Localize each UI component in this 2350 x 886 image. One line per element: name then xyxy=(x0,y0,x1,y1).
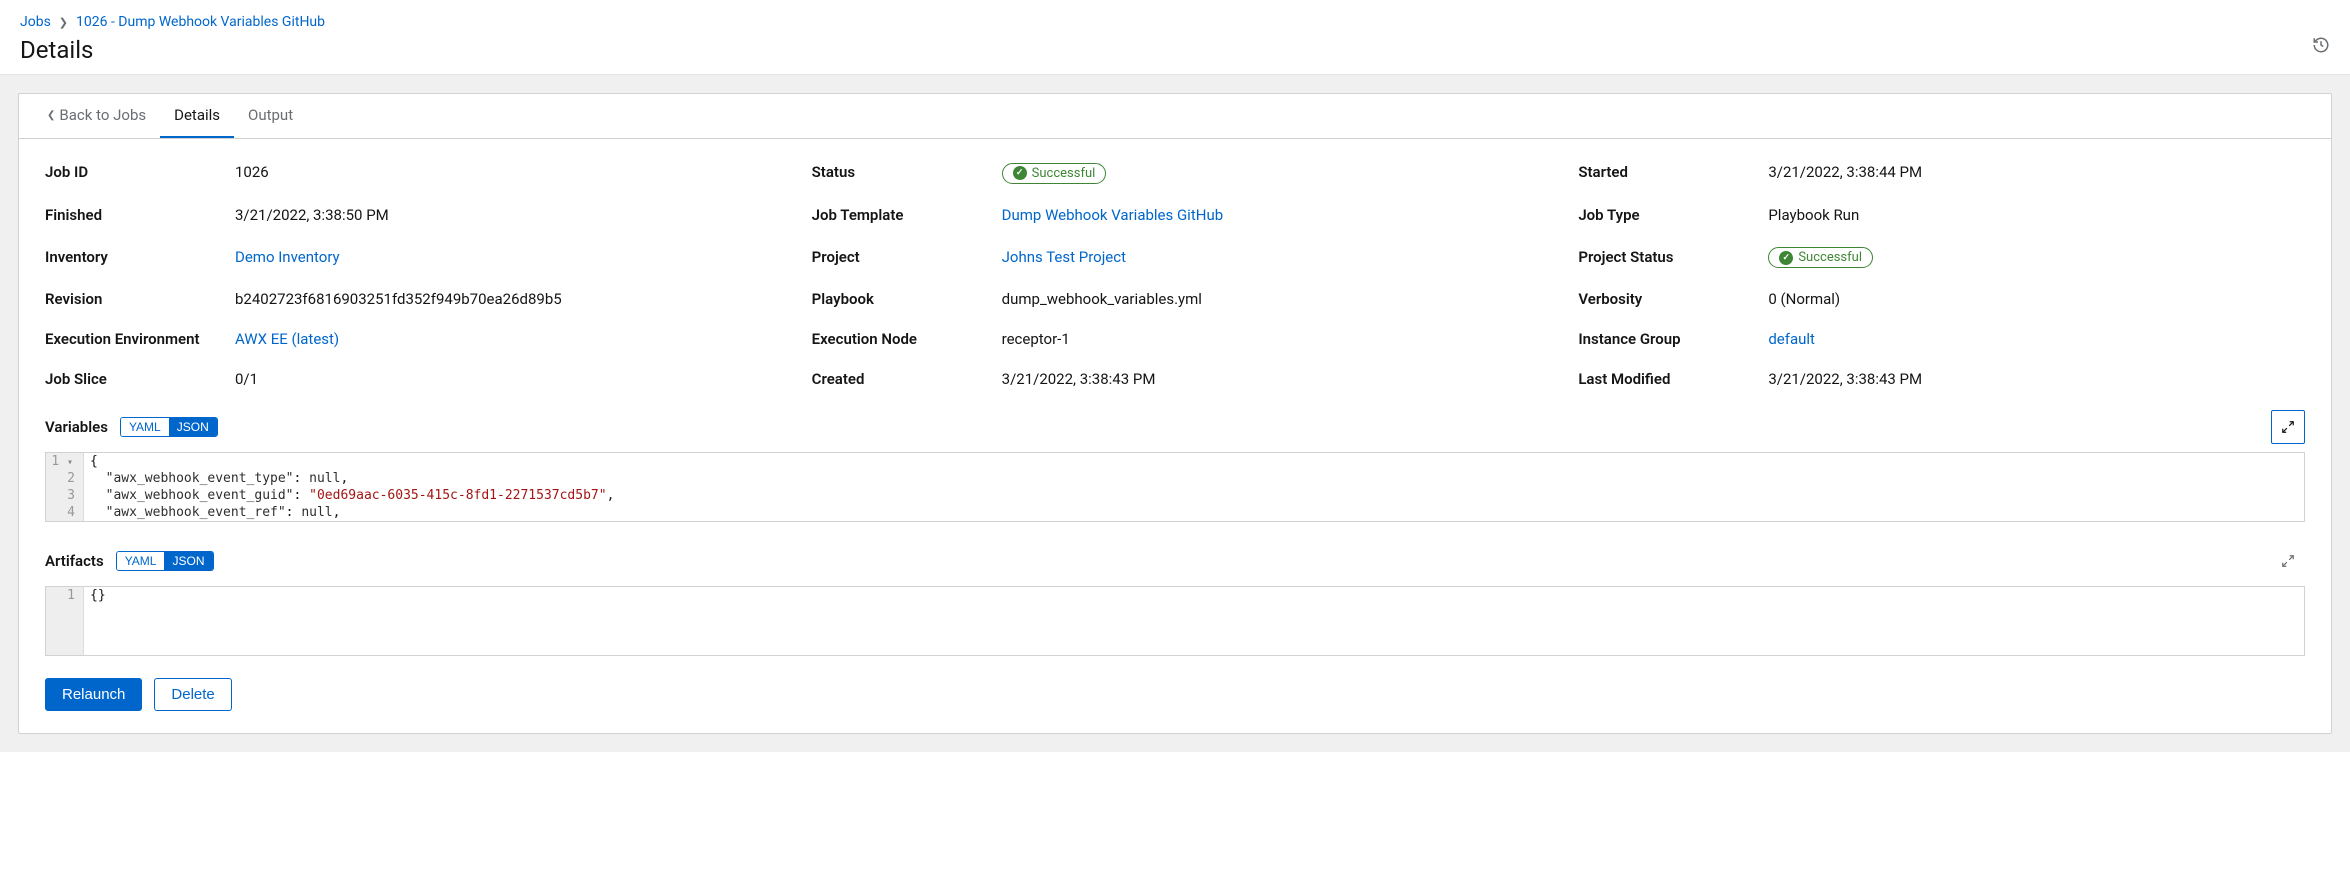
artifacts-editor[interactable]: 1{} xyxy=(45,586,2305,656)
instance-group-link[interactable]: default xyxy=(1768,330,1815,348)
breadcrumb: Jobs ❯ 1026 - Dump Webhook Variables Git… xyxy=(20,14,2330,30)
variables-expand-button[interactable] xyxy=(2271,410,2305,444)
variables-yaml-button[interactable]: YAML xyxy=(121,418,169,436)
relaunch-button[interactable]: Relaunch xyxy=(45,678,142,711)
chevron-right-icon: ❯ xyxy=(59,16,68,29)
field-status: Status ✓ Successful xyxy=(812,161,1539,184)
details-card: ❮Back to Jobs Details Output Job ID 1026… xyxy=(18,93,2332,734)
artifacts-format-toggle: YAML JSON xyxy=(116,551,214,571)
field-finished: Finished 3/21/2022, 3:38:50 PM xyxy=(45,206,772,224)
tab-output[interactable]: Output xyxy=(234,94,307,138)
history-icon[interactable] xyxy=(2312,36,2330,58)
page-header: Jobs ❯ 1026 - Dump Webhook Variables Git… xyxy=(0,0,2350,75)
field-revision: Revision b2402723f6816903251fd352f949b70… xyxy=(45,290,772,308)
field-playbook: Playbook dump_webhook_variables.yml xyxy=(812,290,1539,308)
field-project-status: Project Status ✓ Successful xyxy=(1578,246,2305,269)
details-grid: Job ID 1026 Status ✓ Successful Started … xyxy=(45,161,2305,388)
expand-icon xyxy=(2281,420,2295,434)
artifacts-header: Artifacts YAML JSON xyxy=(45,544,2305,578)
field-job-slice: Job Slice 0/1 xyxy=(45,370,772,388)
artifacts-json-button[interactable]: JSON xyxy=(164,552,212,570)
field-project: Project Johns Test Project xyxy=(812,246,1539,269)
field-job-type: Job Type Playbook Run xyxy=(1578,206,2305,224)
field-exec-env: Execution Environment AWX EE (latest) xyxy=(45,330,772,348)
field-job-id: Job ID 1026 xyxy=(45,161,772,184)
page-body: ❮Back to Jobs Details Output Job ID 1026… xyxy=(0,75,2350,752)
field-instance-group: Instance Group default xyxy=(1578,330,2305,348)
status-badge: ✓ Successful xyxy=(1002,163,1107,184)
inventory-link[interactable]: Demo Inventory xyxy=(235,248,340,266)
field-exec-node: Execution Node receptor-1 xyxy=(812,330,1539,348)
variables-format-toggle: YAML JSON xyxy=(120,417,218,437)
tab-back-to-jobs[interactable]: ❮Back to Jobs xyxy=(33,94,160,138)
page-title: Details xyxy=(20,36,2330,64)
job-template-link[interactable]: Dump Webhook Variables GitHub xyxy=(1002,206,1223,224)
variables-editor[interactable]: 1 ▾{ 2 "awx_webhook_event_type": null, 3… xyxy=(45,452,2305,522)
variables-header: Variables YAML JSON xyxy=(45,410,2305,444)
action-buttons: Relaunch Delete xyxy=(45,678,2305,711)
project-link[interactable]: Johns Test Project xyxy=(1002,248,1126,266)
field-started: Started 3/21/2022, 3:38:44 PM xyxy=(1578,161,2305,184)
artifacts-yaml-button[interactable]: YAML xyxy=(117,552,165,570)
breadcrumb-root[interactable]: Jobs xyxy=(20,14,51,30)
field-verbosity: Verbosity 0 (Normal) xyxy=(1578,290,2305,308)
field-inventory: Inventory Demo Inventory xyxy=(45,246,772,269)
expand-icon xyxy=(2281,554,2295,568)
field-last-modified: Last Modified 3/21/2022, 3:38:43 PM xyxy=(1578,370,2305,388)
artifacts-expand-button[interactable] xyxy=(2271,544,2305,578)
field-job-template: Job Template Dump Webhook Variables GitH… xyxy=(812,206,1539,224)
project-status-badge: ✓ Successful xyxy=(1768,247,1873,268)
breadcrumb-current[interactable]: 1026 - Dump Webhook Variables GitHub xyxy=(76,14,325,30)
exec-env-link[interactable]: AWX EE (latest) xyxy=(235,330,339,348)
variables-json-button[interactable]: JSON xyxy=(169,418,217,436)
check-circle-icon: ✓ xyxy=(1779,251,1793,265)
tab-details[interactable]: Details xyxy=(160,94,234,138)
details-body: Job ID 1026 Status ✓ Successful Started … xyxy=(19,139,2331,733)
artifacts-label: Artifacts xyxy=(45,552,104,570)
tabs: ❮Back to Jobs Details Output xyxy=(19,94,2331,139)
check-circle-icon: ✓ xyxy=(1013,166,1027,180)
variables-label: Variables xyxy=(45,418,108,436)
field-created: Created 3/21/2022, 3:38:43 PM xyxy=(812,370,1539,388)
delete-button[interactable]: Delete xyxy=(154,678,231,711)
chevron-left-icon: ❮ xyxy=(47,110,55,121)
